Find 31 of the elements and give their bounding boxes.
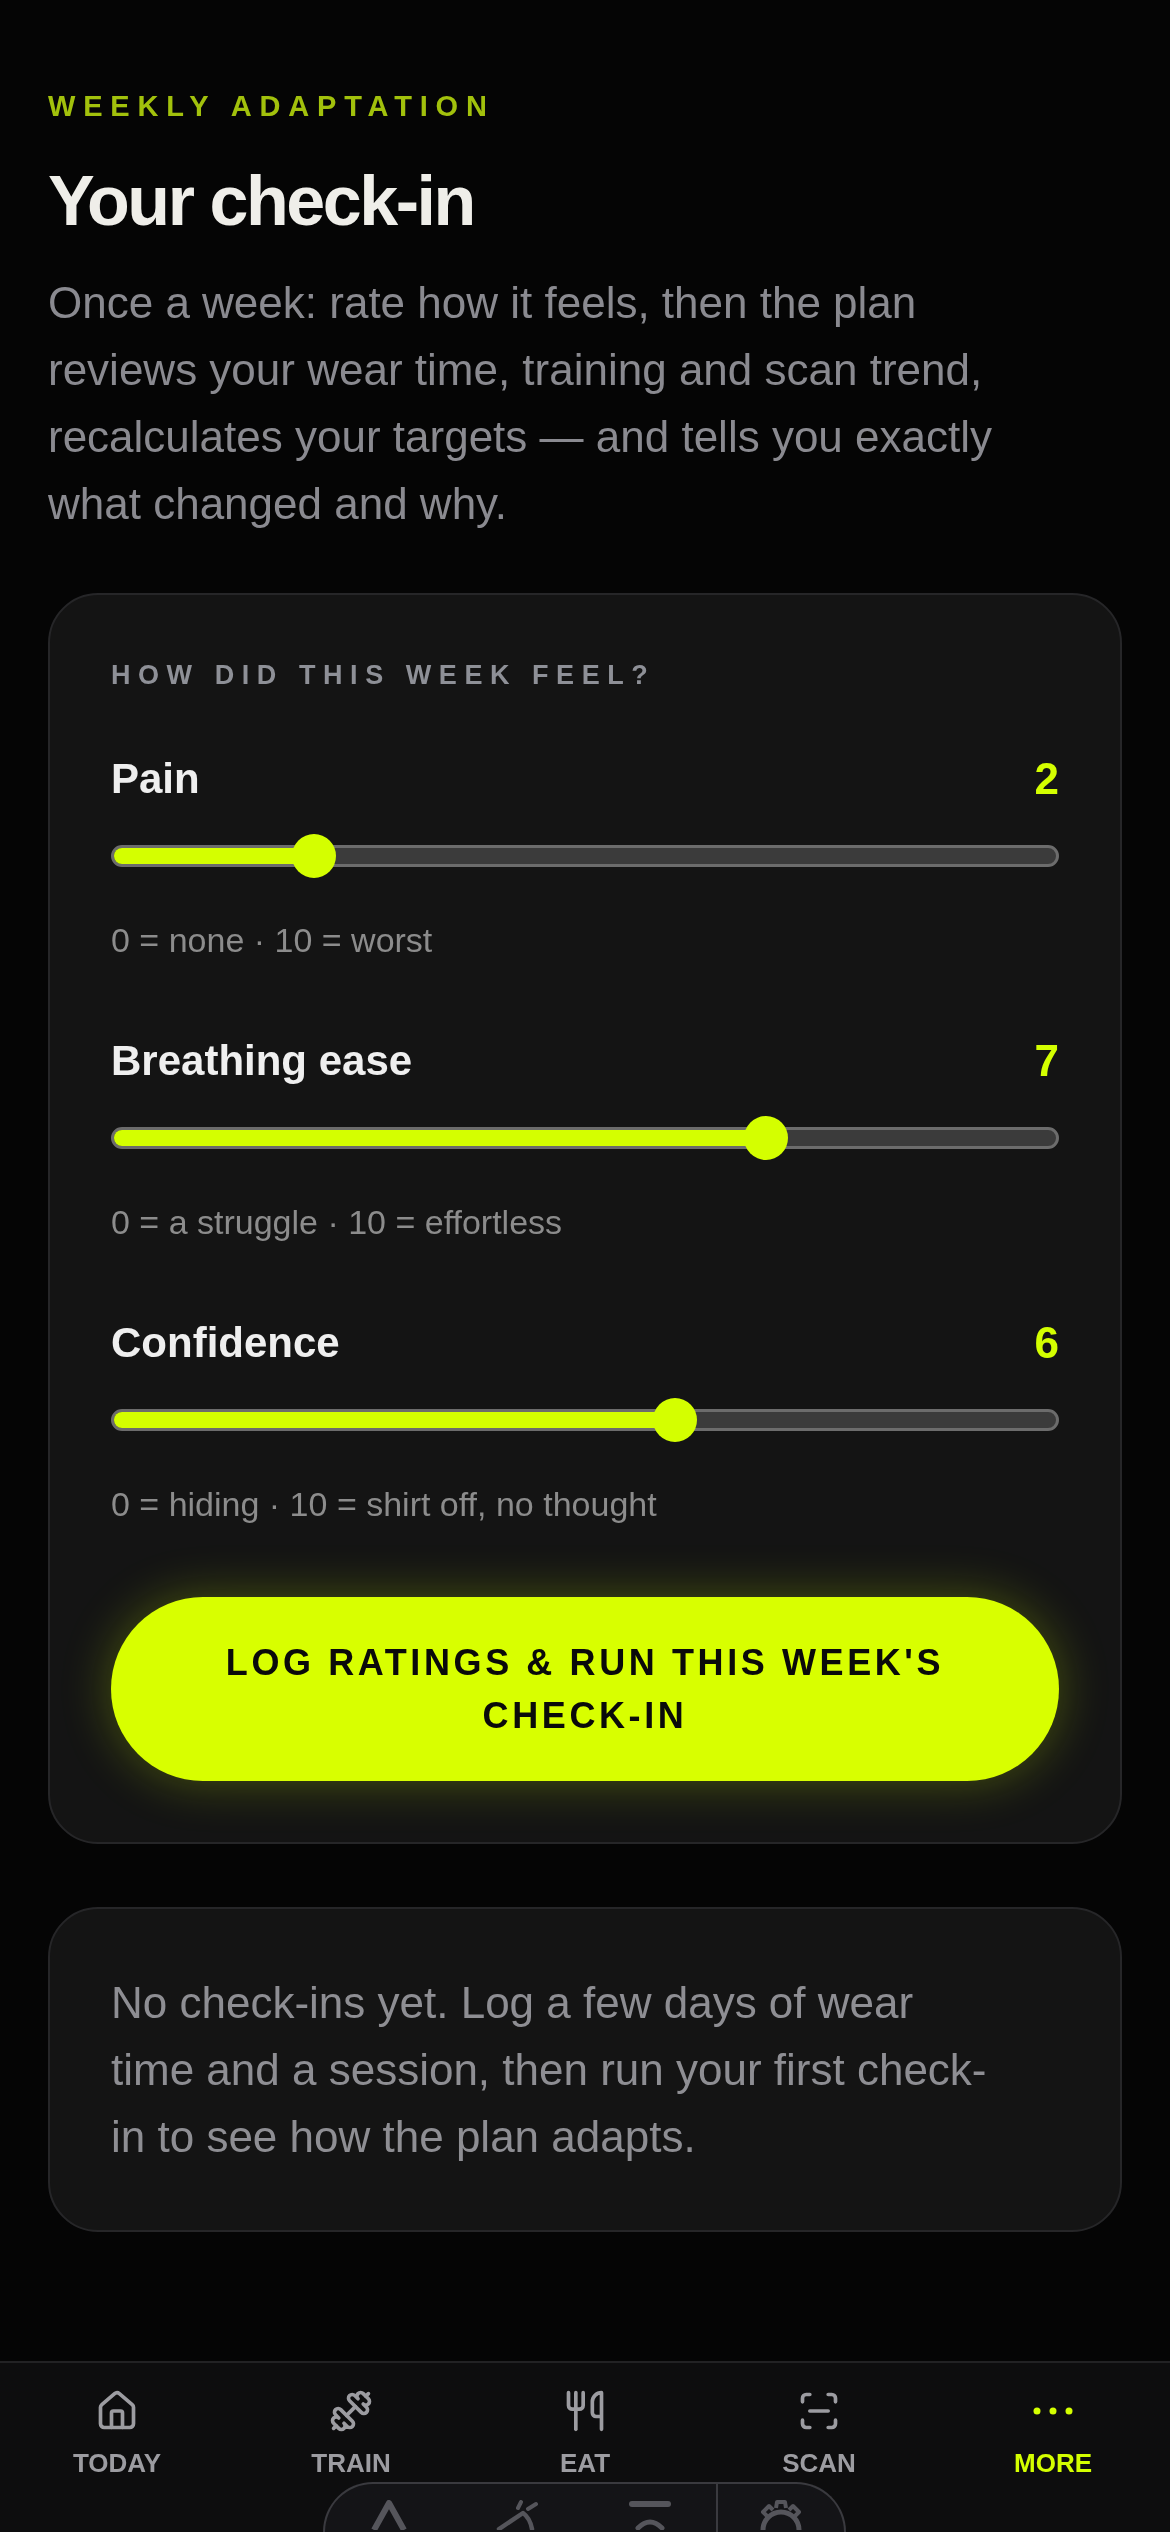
settings-icon[interactable]	[759, 2500, 803, 2530]
tab-button[interactable]: TRAIN	[234, 2363, 468, 2480]
party-popper-icon[interactable]	[496, 2500, 541, 2530]
section-eyebrow: WEEKLY ADAPTATION	[48, 92, 496, 121]
ellipsis-icon	[1033, 2407, 1073, 2415]
rating-label: Pain	[111, 758, 200, 800]
slider-thumb[interactable]	[291, 834, 336, 878]
lines-icon[interactable]	[628, 2500, 673, 2530]
rating-label: Breathing ease	[111, 1040, 413, 1082]
log-ratings-button[interactable]: LOG RATINGS & RUN THIS WEEK'S CHECK-IN	[111, 1597, 1059, 1781]
tab-button[interactable]: TODAY	[0, 2363, 234, 2480]
rating-hint: 0 = a struggle · 10 = effortless	[111, 1205, 564, 1239]
rating-value: 2	[1034, 757, 1059, 801]
tab-button[interactable]: SCAN	[702, 2363, 936, 2480]
slider-track[interactable]	[111, 1116, 1059, 1160]
slider-thumb[interactable]	[743, 1116, 788, 1160]
slider-track[interactable]	[111, 1398, 1059, 1442]
slider-thumb[interactable]	[653, 1398, 698, 1442]
card-heading: HOW DID THIS WEEK FEEL?	[111, 662, 657, 689]
dumbbell-icon	[329, 2389, 373, 2433]
empty-state-text: No check-ins yet. Log a few days of wear time and a session, then run your first check-in to see how the plan adapts.	[111, 1977, 988, 2163]
slider-track[interactable]	[111, 834, 1059, 878]
rating-hint: 0 = none · 10 = worst	[111, 923, 434, 957]
page-title: Your check-in	[48, 166, 475, 236]
tab-button[interactable]: MORE	[936, 2363, 1170, 2480]
rating-hint: 0 = hiding · 10 = shirt off, no thought	[111, 1487, 658, 1521]
page-description: Once a week: rate how it feels, then the plan reviews your wear time, training and scan trend, recalculates your targets — and tells you exactly what changed and why.	[48, 277, 993, 530]
rating-value: 7	[1034, 1039, 1059, 1083]
rating-value: 6	[1034, 1321, 1059, 1365]
rating-label: Confidence	[111, 1322, 340, 1364]
tab-button[interactable]: EAT	[468, 2363, 702, 2480]
